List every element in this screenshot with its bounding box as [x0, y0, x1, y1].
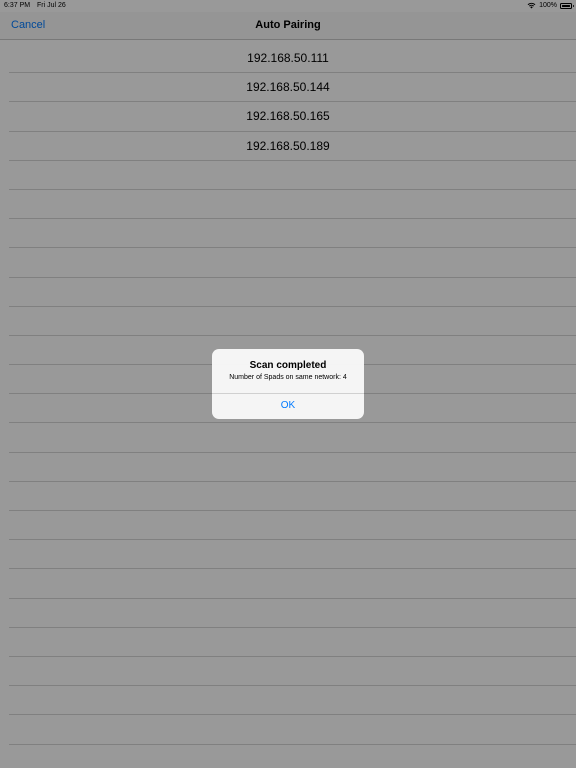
- ok-button[interactable]: OK: [212, 394, 364, 419]
- alert-dialog: Scan completed Number of Spads on same n…: [212, 349, 364, 419]
- alert-message: Number of Spads on same network: 4: [229, 374, 347, 381]
- screen: 6:37 PM Fri Jul 26 100% Cancel Auto Pair…: [0, 0, 576, 768]
- alert-title: Scan completed: [249, 360, 327, 371]
